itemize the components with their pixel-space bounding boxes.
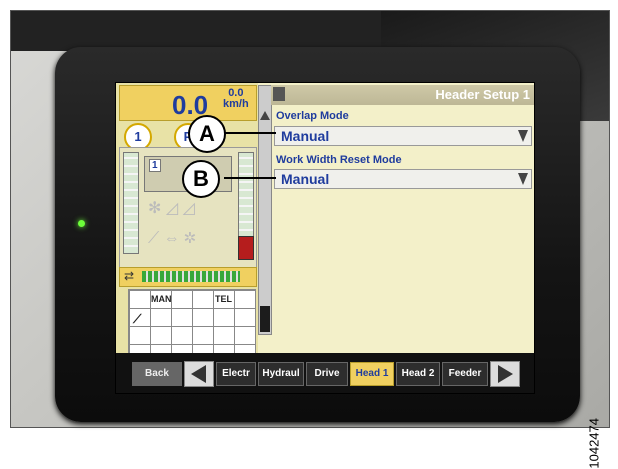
dropdown-arrow-icon[interactable] xyxy=(518,130,528,142)
tab-feeder[interactable]: Feeder xyxy=(442,362,488,386)
page-icon xyxy=(273,87,285,101)
level-indicator xyxy=(238,236,254,260)
speed-unit-block: 0.0 km/h xyxy=(223,88,249,110)
mode-indicator: 1 xyxy=(149,159,161,172)
dropdown-arrow-icon[interactable] xyxy=(518,173,528,185)
callout-b-leader xyxy=(224,177,276,179)
work-width-reset-value: Manual xyxy=(281,171,329,187)
overlap-mode-select[interactable]: Manual xyxy=(274,126,532,146)
scrollbar[interactable] xyxy=(258,85,272,335)
height-icon: ⇄ xyxy=(124,269,134,283)
back-button[interactable]: Back xyxy=(132,362,182,386)
header-height-bar: ⇄ xyxy=(119,267,257,287)
callout-a-leader xyxy=(224,132,276,134)
header-setup-titlebar: Header Setup 1 xyxy=(271,85,534,105)
scroll-up-icon[interactable] xyxy=(260,111,270,120)
speed-unit: km/h xyxy=(223,99,249,110)
work-width-reset-label: Work Width Reset Mode xyxy=(276,154,402,166)
image-id: 1042474 xyxy=(587,418,602,469)
bottom-tab-bar: Back Electr Hydraul Drive Head 1 Head 2 … xyxy=(116,353,534,393)
work-width-reset-select[interactable]: Manual xyxy=(274,169,532,189)
overlap-mode-value: Manual xyxy=(281,128,329,144)
grid-tool-icon: ⟋ xyxy=(133,312,141,327)
tab-electr[interactable]: Electr xyxy=(216,362,256,386)
tab-drive[interactable]: Drive xyxy=(306,362,348,386)
tab-head-1[interactable]: Head 1 xyxy=(350,362,394,386)
tab-head-2[interactable]: Head 2 xyxy=(396,362,440,386)
scroll-thumb[interactable] xyxy=(260,306,270,332)
grid-tel-label: TEL xyxy=(215,294,232,304)
overlap-mode-label: Overlap Mode xyxy=(276,110,349,122)
grid-manual-label: MAN xyxy=(151,294,172,304)
height-bar-fill xyxy=(142,271,240,282)
power-led xyxy=(78,220,85,227)
fore-aft-icon: ⟋ ⇔ ✲ xyxy=(148,230,228,254)
left-status-panel: 0.0 0.0 km/h 1 P 1 ✻ ◿ ◿ ⟋ ⇔ ✲ ⇄ MAN TEL… xyxy=(116,83,258,393)
callout-b: B xyxy=(182,160,220,198)
tab-hydraul[interactable]: Hydraul xyxy=(258,362,304,386)
left-gauge xyxy=(123,152,139,254)
callout-a: A xyxy=(188,115,226,153)
reel-position-icon: ✻ ◿ ◿ xyxy=(148,198,228,222)
display-screen: 0.0 0.0 km/h 1 P 1 ✻ ◿ ◿ ⟋ ⇔ ✲ ⇄ MAN TEL… xyxy=(115,82,535,394)
speed-readout: 0.0 0.0 km/h xyxy=(119,85,257,121)
tab-right-arrow-icon[interactable] xyxy=(490,361,520,387)
tab-left-arrow-icon[interactable] xyxy=(184,361,214,387)
page-title: Header Setup 1 xyxy=(435,87,530,102)
